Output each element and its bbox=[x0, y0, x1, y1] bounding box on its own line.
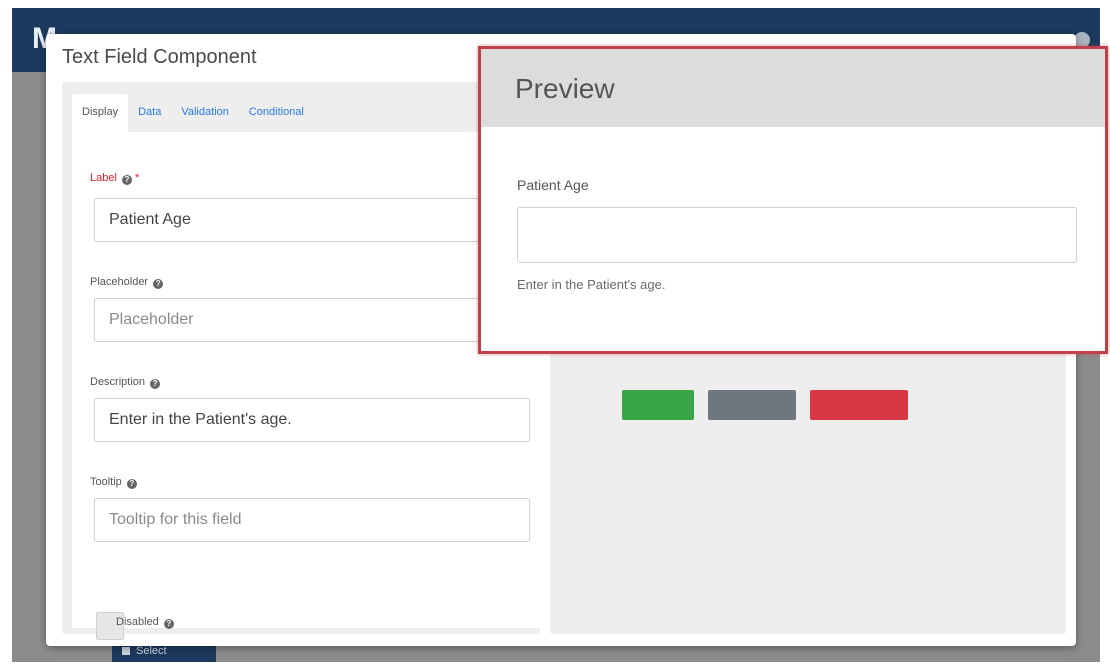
label-field-label: Label ? * bbox=[90, 172, 139, 185]
modal-title: Text Field Component bbox=[62, 46, 257, 68]
tab-conditional[interactable]: Conditional bbox=[239, 94, 314, 132]
help-icon[interactable]: ? bbox=[153, 279, 164, 289]
cancel-button[interactable] bbox=[708, 390, 796, 420]
preview-header: Preview bbox=[481, 49, 1105, 127]
required-mark: * bbox=[135, 172, 140, 184]
preview-field-input[interactable] bbox=[517, 207, 1077, 263]
placeholder-field-label-text: Placeholder bbox=[90, 276, 149, 288]
placeholder-field-label: Placeholder ? bbox=[90, 276, 164, 289]
help-icon[interactable]: ? bbox=[150, 379, 161, 389]
select-button-label: Select bbox=[136, 645, 167, 657]
select-square-icon bbox=[122, 647, 130, 656]
tooltip-field-label: Tooltip ? bbox=[90, 476, 137, 489]
label-input[interactable]: Patient Age bbox=[94, 198, 530, 242]
tab-validation[interactable]: Validation bbox=[171, 94, 239, 132]
tooltip-input[interactable]: Tooltip for this field bbox=[94, 498, 530, 542]
preview-title: Preview bbox=[515, 73, 615, 104]
tab-display[interactable]: Display bbox=[72, 94, 129, 132]
preview-field-label: Patient Age bbox=[517, 177, 589, 193]
remove-button[interactable] bbox=[810, 390, 908, 420]
label-field-label-text: Label bbox=[90, 172, 117, 184]
description-field-label: Description ? bbox=[90, 376, 161, 389]
description-input[interactable]: Enter in the Patient's age. bbox=[94, 398, 530, 442]
disabled-label-text: Disabled bbox=[116, 616, 159, 628]
description-field-label-text: Description bbox=[90, 376, 146, 388]
settings-tabs: Display Data Validation Conditional bbox=[72, 94, 314, 132]
display-form: Label ? * Patient Age Placeholder ? Plac… bbox=[72, 132, 542, 640]
tab-data[interactable]: Data bbox=[128, 94, 171, 132]
preview-field-description: Enter in the Patient's age. bbox=[517, 277, 666, 292]
help-icon[interactable]: ? bbox=[163, 619, 174, 629]
tooltip-field-label-text: Tooltip bbox=[90, 476, 122, 488]
help-icon[interactable]: ? bbox=[121, 175, 132, 185]
help-icon[interactable]: ? bbox=[126, 479, 137, 489]
disabled-checkbox-label: Disabled ? bbox=[116, 616, 174, 629]
settings-panel: Display Data Validation Conditional Labe… bbox=[62, 82, 542, 640]
preview-panel: Preview Patient Age Enter in the Patient… bbox=[478, 46, 1108, 354]
save-button[interactable] bbox=[622, 390, 694, 420]
placeholder-input[interactable]: Placeholder bbox=[94, 298, 530, 342]
